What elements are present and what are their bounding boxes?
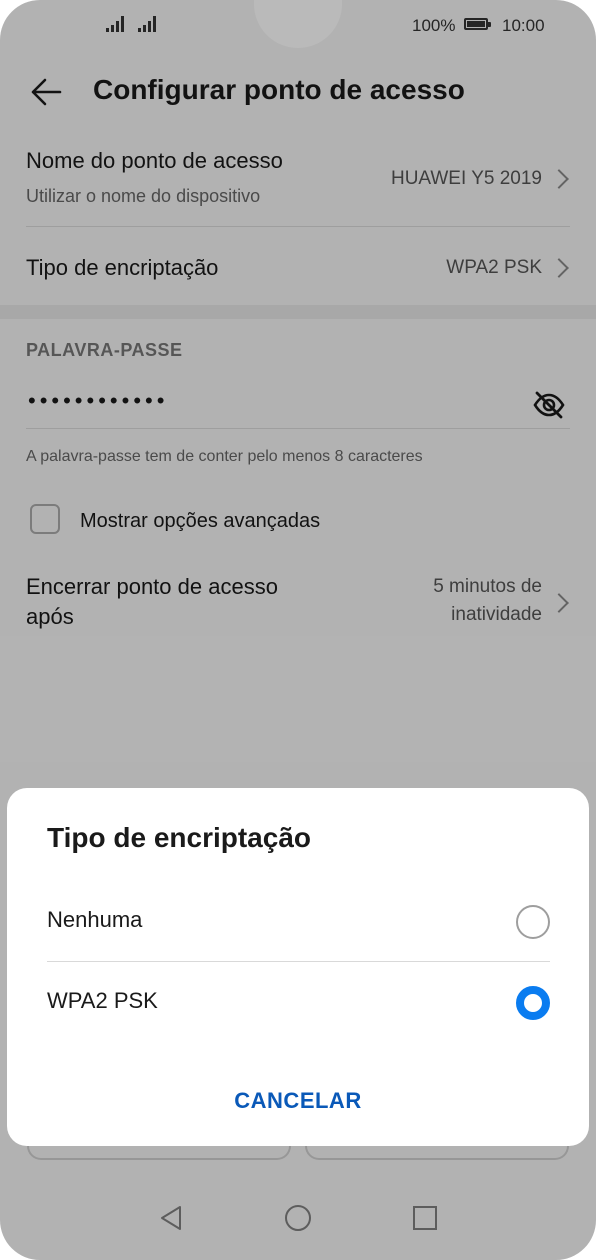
dialog-title: Tipo de encriptação	[47, 822, 311, 853]
system-nav-bar	[0, 1180, 596, 1260]
back-triangle-icon[interactable]	[156, 1203, 186, 1233]
option-wpa2-psk[interactable]: WPA2 PSK	[47, 962, 550, 1042]
option-wpa2-label: WPA2 PSK	[47, 988, 158, 1013]
phone-screen: 100% 10:00 Configurar ponto de acesso No…	[0, 0, 596, 1260]
home-circle-icon[interactable]	[283, 1203, 313, 1233]
radio-unselected[interactable]	[516, 905, 550, 939]
encryption-dialog: Tipo de encriptação Nenhuma WPA2 PSK CAN…	[7, 788, 589, 1146]
option-none[interactable]: Nenhuma	[47, 881, 550, 961]
cancel-button[interactable]: CANCELAR	[7, 1088, 589, 1114]
recents-square-icon[interactable]	[410, 1203, 440, 1233]
radio-selected[interactable]	[516, 986, 550, 1020]
option-none-label: Nenhuma	[47, 907, 143, 932]
